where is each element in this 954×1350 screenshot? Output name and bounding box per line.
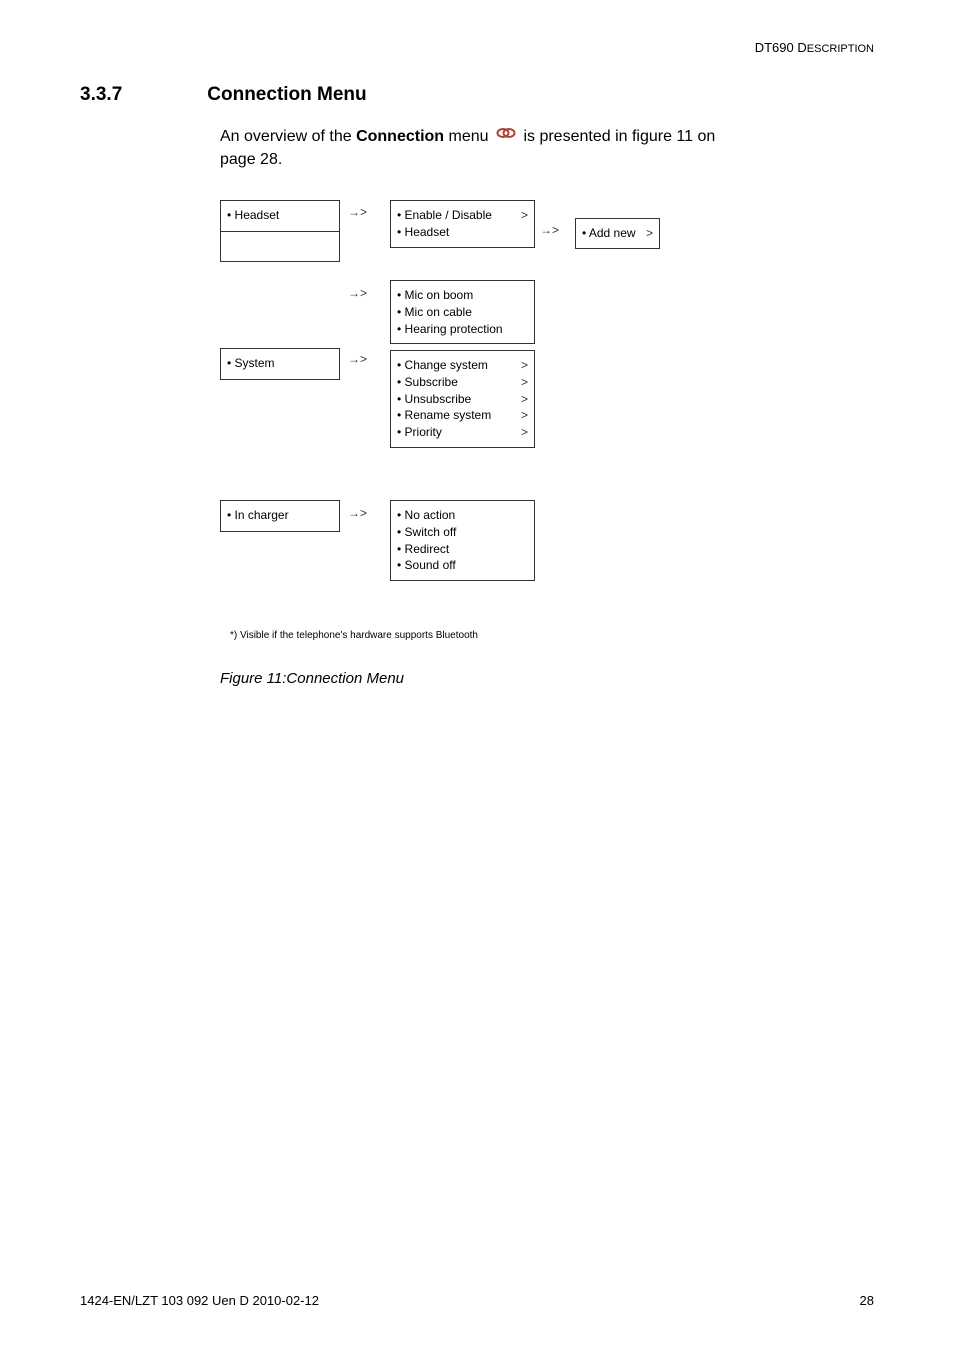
header-desc-rest: ESCRIPTION xyxy=(807,43,874,55)
addnew-box: • Add new> xyxy=(575,218,660,249)
footer-page-number: 28 xyxy=(860,1293,874,1308)
menu-diagram: • Bluetooth* • Headset • System • In cha… xyxy=(220,200,700,620)
header-product: DT690 xyxy=(755,40,794,55)
list-item: • Change system> xyxy=(397,357,528,374)
page-header: DT690 DESCRIPTION xyxy=(755,40,874,55)
list-item: • Mic on cable xyxy=(397,304,528,321)
arrow-icon: →> xyxy=(348,352,367,366)
list-item: • Sound off xyxy=(397,557,528,574)
list-item: • No action xyxy=(397,507,528,524)
list-item: • Priority> xyxy=(397,424,528,441)
section-title: Connection Menu xyxy=(207,84,366,106)
list-item: • Unsubscribe> xyxy=(397,391,528,408)
list-item: • Enable / Disable> xyxy=(397,207,528,224)
headset-submenu-box: • Mic on boom • Mic on cable • Hearing p… xyxy=(390,280,535,344)
figure-caption: Figure 11:Connection Menu xyxy=(220,670,404,687)
list-item: • Rename system> xyxy=(397,407,528,424)
arrow-icon: →> xyxy=(540,223,559,237)
section-heading: 3.3.7 Connection Menu xyxy=(80,84,367,106)
overview-text: An overview of the Connection menu is pr… xyxy=(220,124,880,172)
list-item: • Subscribe> xyxy=(397,374,528,391)
col1-incharger-box: • In charger xyxy=(220,500,340,532)
arrow-icon: →> xyxy=(348,506,367,520)
list-item: • Headset xyxy=(227,207,333,224)
menu-name-bold: Connection xyxy=(356,128,444,145)
bluetooth-submenu-box: • Enable / Disable> • Headset xyxy=(390,200,535,248)
list-item: • System xyxy=(227,355,333,372)
section-number: 3.3.7 xyxy=(80,84,122,106)
list-item: • Hearing protection xyxy=(397,321,528,338)
chain-links-icon xyxy=(495,124,517,149)
header-desc-cap: D xyxy=(797,40,806,55)
incharger-submenu-box: • No action • Switch off • Redirect • So… xyxy=(390,500,535,581)
list-item: • In charger xyxy=(227,507,333,524)
list-item: • Add new> xyxy=(582,225,653,242)
col1-system-box: • System xyxy=(220,348,340,380)
col1-headset-box: • Headset xyxy=(220,200,340,232)
list-item: • Switch off xyxy=(397,524,528,541)
list-item: • Redirect xyxy=(397,541,528,558)
list-item: • Mic on boom xyxy=(397,287,528,304)
system-submenu-box: • Change system> • Subscribe> • Unsubscr… xyxy=(390,350,535,448)
list-item: • Headset xyxy=(397,224,528,241)
arrow-icon: →> xyxy=(348,286,367,300)
footer-doc-id: 1424-EN/LZT 103 092 Uen D 2010-02-12 xyxy=(80,1293,319,1308)
arrow-icon: →> xyxy=(348,205,367,219)
bluetooth-footnote: *) Visible if the telephone's hardware s… xyxy=(230,630,478,641)
